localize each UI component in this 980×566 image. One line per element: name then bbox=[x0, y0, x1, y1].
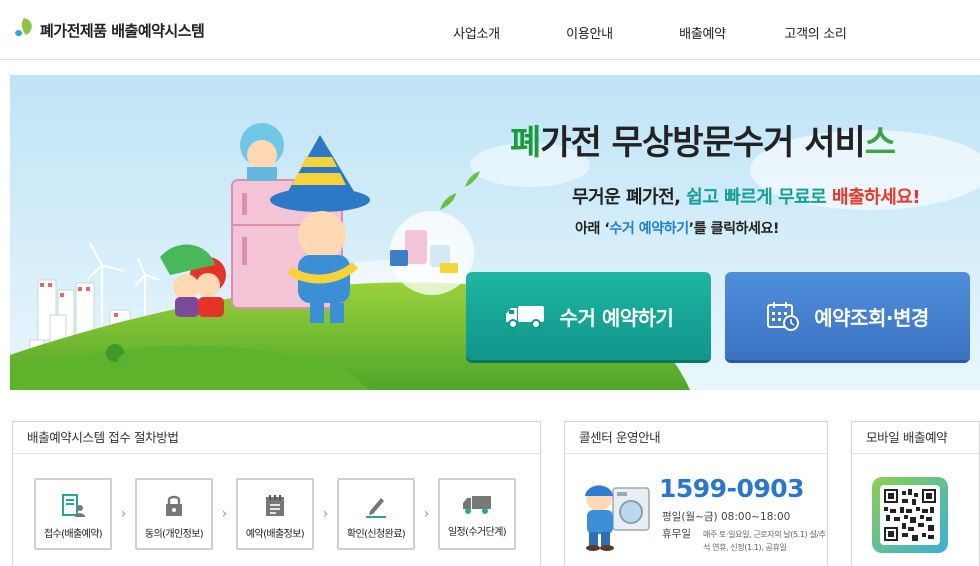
calendar-clock-icon bbox=[767, 302, 800, 331]
weekday-hours: 08:00~18:00 bbox=[720, 511, 791, 523]
call-center-hours: 평일(월~금) 08:00~18:00 bbox=[662, 509, 790, 524]
step-confirmation[interactable]: 확인(신청완료) bbox=[337, 478, 415, 550]
chevron-right-icon: › bbox=[322, 506, 329, 522]
hero-subtitle: 무거운 폐가전, 쉽고 빠르게 무료로 배출하세요! bbox=[572, 183, 921, 209]
main-nav: 사업소개 이용안내 배출예약 고객의 소리 bbox=[420, 0, 872, 60]
hero-subtitle-part-b: 쉽고 빠르게 무료로 bbox=[686, 187, 827, 208]
hero-banner: 폐가전 무상방문수거 서비스 무거운 폐가전, 쉽고 빠르게 무료로 배출하세요… bbox=[10, 75, 980, 390]
mobile-reservation-title: 모바일 배출예약 bbox=[852, 422, 979, 454]
qr-code-icon bbox=[884, 489, 936, 541]
procedure-panel-title: 배출예약시스템 접수 절차방법 bbox=[13, 422, 540, 454]
truck-icon bbox=[463, 496, 491, 514]
leaf-drop-logo-icon bbox=[10, 15, 38, 45]
hero-subtitle-part-a: 무거운 폐가전, bbox=[572, 187, 687, 208]
hero-headline: 폐가전 무상방문수거 서비스 bbox=[510, 115, 896, 164]
call-center-panel-title: 콜센터 운영안내 bbox=[565, 422, 827, 454]
hero-instruction-part-a: 아래 ‘ bbox=[575, 221, 610, 237]
nav-item-about[interactable]: 사업소개 bbox=[420, 0, 533, 60]
qr-code[interactable] bbox=[872, 477, 948, 553]
step-booking[interactable]: 예약(배출정보) bbox=[236, 478, 314, 550]
mascot-with-washer-icon bbox=[585, 485, 650, 551]
site-logo-text: 폐가전제품 배출예약시스템 bbox=[40, 21, 205, 40]
call-center-phone[interactable]: 1599-0903 bbox=[659, 474, 805, 503]
site-header: 폐가전제품 배출예약시스템 사업소개 이용안내 배출예약 고객의 소리 bbox=[0, 0, 980, 60]
step-label: 동의(개인정보) bbox=[144, 529, 204, 540]
procedure-panel: 배출예약시스템 접수 절차방법 접수(배출예약) › 동의(개인정보) › 예약… bbox=[12, 421, 541, 566]
hero-instruction-part-c: ’를 클릭하세요! bbox=[688, 221, 780, 237]
step-application[interactable]: 접수(배출예약) bbox=[34, 478, 112, 550]
reservation-lookup-button[interactable]: 예약조회·변경 bbox=[725, 272, 970, 360]
mobile-reservation-panel: 모바일 배출예약 bbox=[851, 421, 980, 566]
nav-item-customer-voice[interactable]: 고객의 소리 bbox=[759, 0, 872, 60]
hero-headline-first: 폐 bbox=[510, 123, 541, 163]
step-label: 예약(배출정보) bbox=[245, 529, 305, 540]
reservation-lookup-label: 예약조회·변경 bbox=[814, 305, 929, 330]
step-schedule[interactable]: 일정(수거단계) bbox=[438, 478, 516, 550]
pencil-icon bbox=[366, 498, 386, 518]
truck-icon bbox=[505, 306, 544, 329]
step-consent[interactable]: 동의(개인정보) bbox=[135, 478, 213, 550]
closed-days-note: 매주 토·일요일, 근로자의 날(5.1) 설/추석 연휴, 신정(1.1), … bbox=[703, 530, 826, 552]
hero-subtitle-part-d: 배출하세요! bbox=[832, 187, 921, 208]
site-logo[interactable]: 폐가전제품 배출예약시스템 bbox=[10, 10, 205, 50]
chevron-right-icon: › bbox=[221, 506, 228, 522]
pickup-reservation-button[interactable]: 수거 예약하기 bbox=[466, 272, 711, 360]
hero-headline-middle: 가전 무상방문수거 서비 bbox=[540, 123, 865, 163]
pickup-reservation-label: 수거 예약하기 bbox=[559, 305, 674, 330]
nav-item-guide[interactable]: 이용안내 bbox=[533, 0, 646, 60]
step-label: 확인(신청완료) bbox=[346, 529, 406, 540]
hero-instruction: 아래 ‘수거 예약하기’를 클릭하세요! bbox=[575, 218, 779, 238]
hero-headline-last: 스 bbox=[864, 123, 896, 163]
closed-days-label: 휴무일 bbox=[662, 528, 691, 540]
calendar-list-icon bbox=[266, 495, 284, 516]
step-label: 일정(수거단계) bbox=[447, 527, 507, 538]
weekday-label: 평일(월~금) bbox=[662, 511, 718, 523]
procedure-steps: 접수(배출예약) › 동의(개인정보) › 예약(배출정보) › 확인(신청완료… bbox=[34, 478, 516, 550]
step-label: 접수(배출예약) bbox=[43, 529, 103, 540]
nav-item-reservation[interactable]: 배출예약 bbox=[646, 0, 759, 60]
qr-code-image bbox=[880, 485, 940, 545]
chevron-right-icon: › bbox=[120, 506, 127, 522]
call-center-panel: 콜센터 운영안내 1599-0903 평일(월~금) 08:00~18:00 휴… bbox=[564, 421, 828, 566]
document-person-icon bbox=[62, 494, 85, 517]
chevron-right-icon: › bbox=[423, 506, 430, 522]
lock-icon bbox=[166, 495, 182, 516]
hero-instruction-part-b: 수거 예약하기 bbox=[609, 221, 689, 237]
